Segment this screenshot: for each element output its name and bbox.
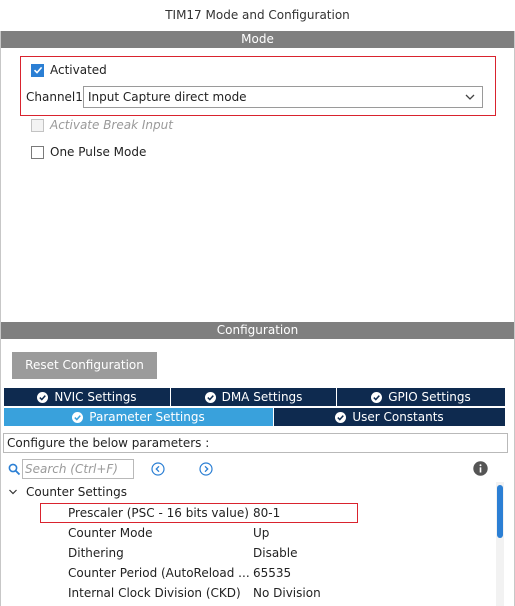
param-value[interactable]: 80-1 <box>253 506 280 520</box>
param-row-prescaler[interactable]: Prescaler (PSC - 16 bits value) 80-1 <box>68 503 488 523</box>
param-row-counter-mode[interactable]: Counter Mode Up <box>68 523 488 543</box>
chevron-down-icon <box>465 94 475 100</box>
tab-dma-settings-label: DMA Settings <box>221 390 303 404</box>
tab-user-constants[interactable]: User Constants <box>273 407 506 427</box>
nav-right-icon[interactable] <box>199 462 213 476</box>
param-value[interactable]: No Division <box>253 586 321 600</box>
break-input-checkbox <box>31 118 44 132</box>
break-input-label: Activate Break Input <box>50 118 173 132</box>
param-value[interactable]: Up <box>253 526 269 540</box>
tab-check-icon <box>335 411 347 423</box>
tab-check-icon <box>371 391 383 403</box>
activated-row[interactable]: Activated <box>31 62 107 78</box>
mode-section-header: Mode <box>1 31 514 48</box>
param-value[interactable]: 65535 <box>253 566 291 580</box>
nav-left-icon[interactable] <box>151 462 165 476</box>
channel1-label: Channel1 <box>26 90 83 104</box>
param-name: Counter Period (AutoReload ... <box>68 566 250 580</box>
search-input[interactable] <box>22 459 134 479</box>
tab-check-icon <box>72 411 84 423</box>
channel1-select[interactable]: Input Capture direct mode <box>83 86 483 108</box>
param-name: Counter Mode <box>68 526 153 540</box>
tab-user-constants-label: User Constants <box>352 410 444 424</box>
tab-check-icon <box>204 391 216 403</box>
counter-settings-group[interactable]: Counter Settings <box>8 485 127 499</box>
instruction-text: Configure the below parameters : <box>3 433 508 453</box>
param-name: Dithering <box>68 546 124 560</box>
counter-settings-label: Counter Settings <box>26 485 127 499</box>
activated-label: Activated <box>50 63 107 77</box>
param-name: Prescaler (PSC - 16 bits value) <box>68 506 249 520</box>
tab-gpio-settings[interactable]: GPIO Settings <box>336 387 506 407</box>
tab-check-icon <box>37 391 49 403</box>
param-row-counter-period[interactable]: Counter Period (AutoReload ... 65535 <box>68 563 488 583</box>
info-icon[interactable] <box>473 461 488 476</box>
channel1-value: Input Capture direct mode <box>88 90 247 104</box>
one-pulse-label: One Pulse Mode <box>50 145 147 159</box>
activated-checkbox[interactable] <box>31 63 44 77</box>
tab-nvic-settings[interactable]: NVIC Settings <box>3 387 171 407</box>
tab-parameter-settings[interactable]: Parameter Settings <box>3 407 274 427</box>
configuration-section-header: Configuration <box>1 322 514 339</box>
tab-gpio-settings-label: GPIO Settings <box>388 390 471 404</box>
param-row-clock-division[interactable]: Internal Clock Division (CKD) No Divisio… <box>68 583 488 603</box>
one-pulse-row[interactable]: One Pulse Mode <box>31 144 146 160</box>
tab-parameter-settings-label: Parameter Settings <box>89 410 205 424</box>
param-value[interactable]: Disable <box>253 546 298 560</box>
param-row-dithering[interactable]: Dithering Disable <box>68 543 488 563</box>
check-icon <box>33 66 42 74</box>
param-name: Internal Clock Division (CKD) <box>68 586 241 600</box>
collapse-arrow-icon <box>9 489 17 495</box>
scrollbar-thumb[interactable] <box>497 485 503 538</box>
break-input-row: Activate Break Input <box>31 117 173 133</box>
tab-nvic-settings-label: NVIC Settings <box>54 390 137 404</box>
one-pulse-checkbox[interactable] <box>31 145 44 159</box>
search-icon <box>8 463 21 476</box>
window-title: TIM17 Mode and Configuration <box>0 0 515 31</box>
reset-configuration-button[interactable]: Reset Configuration <box>12 352 157 379</box>
tab-dma-settings[interactable]: DMA Settings <box>170 387 337 407</box>
